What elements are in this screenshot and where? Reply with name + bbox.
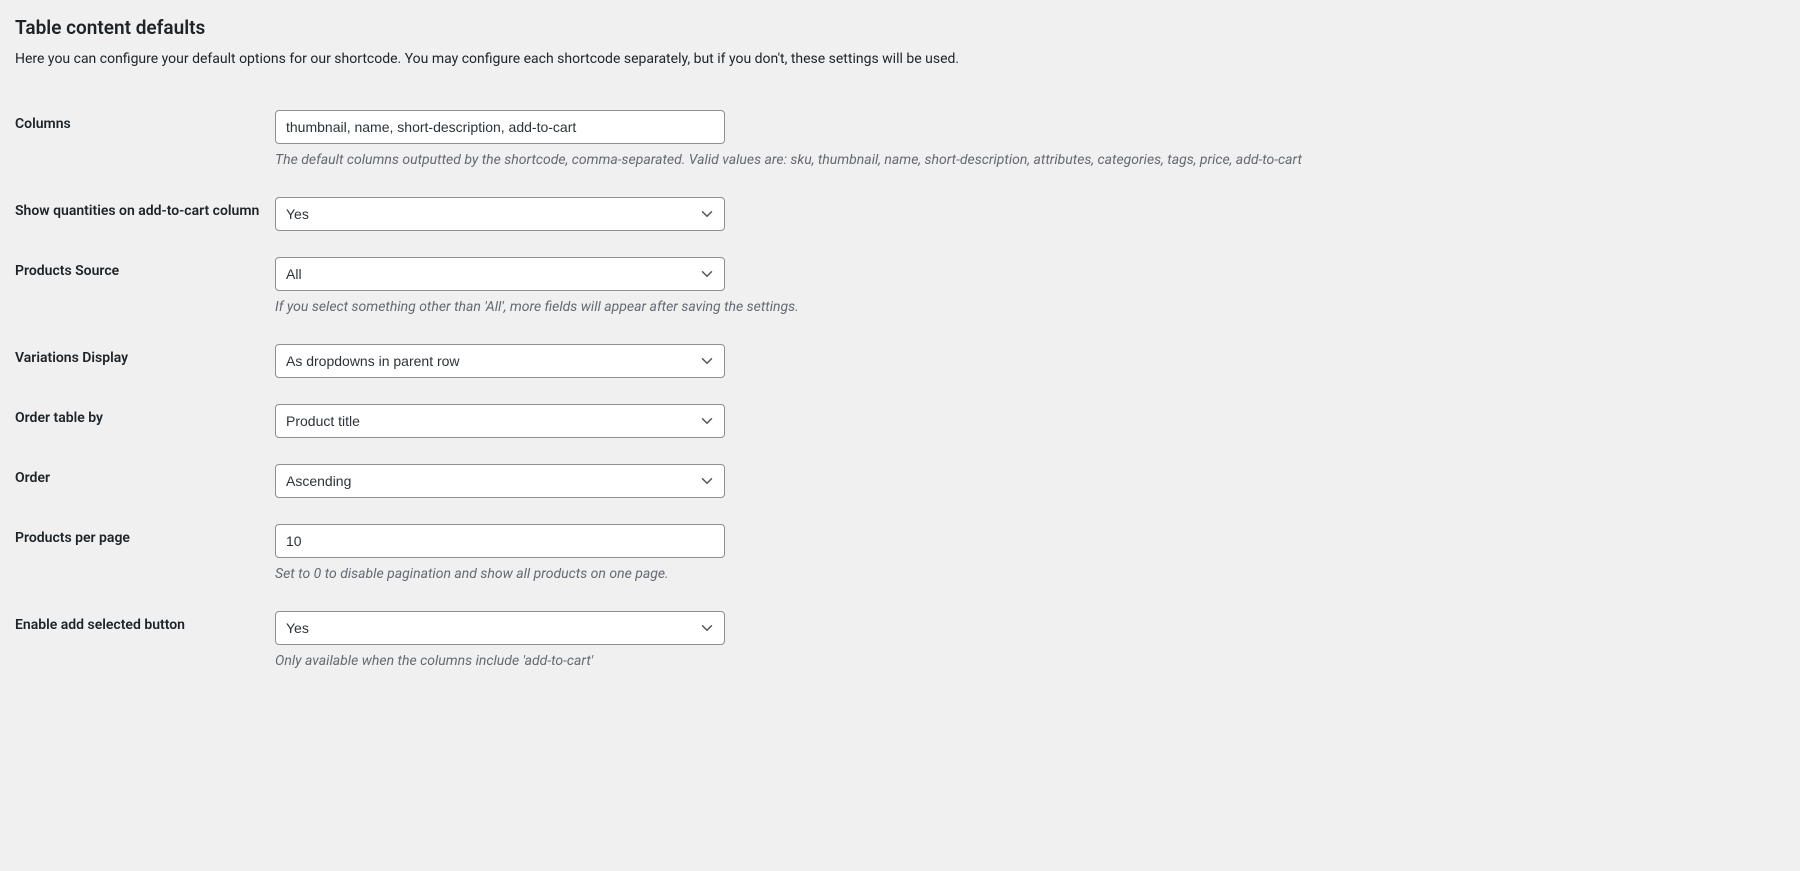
order-by-label: Order table by — [15, 391, 275, 451]
order-select[interactable]: Ascending — [275, 464, 725, 498]
enable-add-selected-help: Only available when the columns include … — [275, 651, 1775, 672]
columns-label: Columns — [15, 97, 275, 184]
section-title: Table content defaults — [15, 16, 1785, 39]
order-by-select[interactable]: Product title — [275, 404, 725, 438]
section-description: Here you can configure your default opti… — [15, 51, 1785, 67]
enable-add-selected-select[interactable]: Yes — [275, 611, 725, 645]
variations-display-label: Variations Display — [15, 331, 275, 391]
products-per-page-label: Products per page — [15, 511, 275, 598]
products-source-select[interactable]: All — [275, 257, 725, 291]
variations-display-select[interactable]: As dropdowns in parent row — [275, 344, 725, 378]
columns-input[interactable] — [275, 110, 725, 144]
settings-form-table: Columns The default columns outputted by… — [15, 97, 1785, 685]
show-quantities-label: Show quantities on add-to-cart column — [15, 184, 275, 244]
products-source-label: Products Source — [15, 244, 275, 331]
products-source-help: If you select something other than 'All'… — [275, 297, 1775, 318]
order-label: Order — [15, 451, 275, 511]
enable-add-selected-label: Enable add selected button — [15, 598, 275, 685]
columns-help: The default columns outputted by the sho… — [275, 150, 1775, 171]
products-per-page-input[interactable] — [275, 524, 725, 558]
show-quantities-select[interactable]: Yes — [275, 197, 725, 231]
products-per-page-help: Set to 0 to disable pagination and show … — [275, 564, 1775, 585]
